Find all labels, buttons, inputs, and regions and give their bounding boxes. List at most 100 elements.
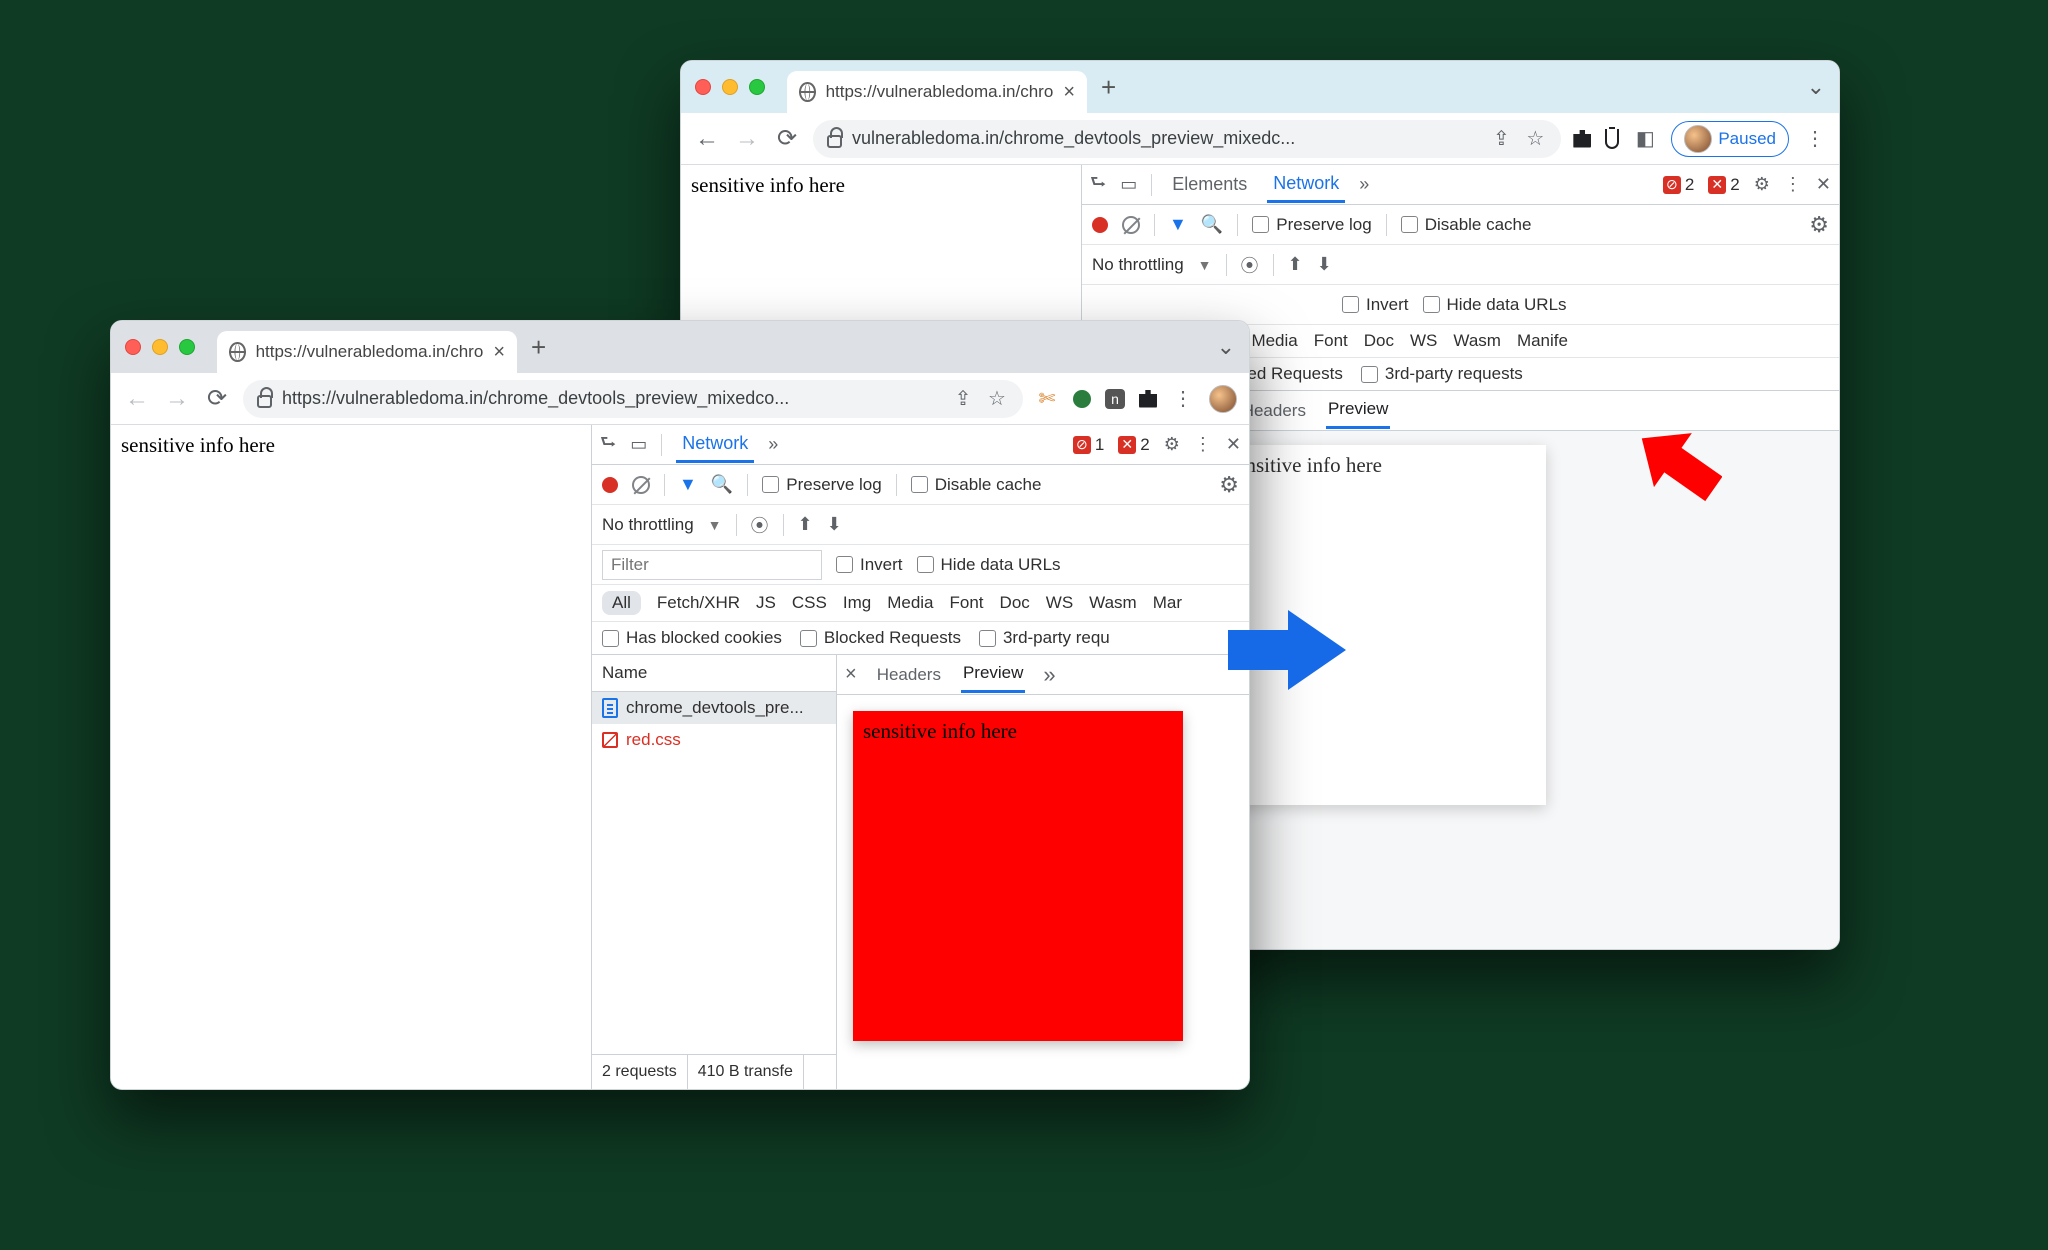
avatar-icon[interactable] [1209, 385, 1237, 413]
search-icon[interactable]: 🔍 [711, 474, 733, 495]
browser-tab[interactable]: https://vulnerabledoma.in/chro × [787, 71, 1087, 113]
error-badge-1[interactable]: ⊘2 [1663, 175, 1694, 195]
wifi-icon[interactable]: ⦿ [1241, 252, 1259, 278]
preserve-log-checkbox[interactable]: Preserve log [1252, 215, 1371, 235]
inspect-icon[interactable]: ⮑ [1090, 170, 1106, 200]
tab-network[interactable]: Network [676, 427, 754, 463]
blue-arrow-annotation [1228, 600, 1348, 700]
back-icon: ← [123, 385, 151, 413]
throttling-select[interactable]: No throttling [602, 515, 694, 535]
kebab-menu-icon[interactable]: ⋮ [1803, 126, 1827, 151]
extensions-icon[interactable] [1139, 390, 1157, 408]
third-party-checkbox[interactable]: 3rd-party requ [979, 628, 1110, 648]
filter-input[interactable] [602, 550, 822, 580]
titlebar: https://vulnerabledoma.in/chro × + ⌄ [111, 321, 1249, 373]
tab-preview[interactable]: Preview [1326, 392, 1390, 429]
devtools-close-icon[interactable]: ✕ [1816, 174, 1831, 195]
invert-checkbox[interactable]: Invert [1342, 295, 1409, 315]
network-settings-icon[interactable]: ⚙ [1219, 472, 1239, 498]
wifi-icon[interactable]: ⦿ [751, 512, 769, 538]
extensions-icon[interactable] [1573, 130, 1591, 148]
labs-icon[interactable] [1605, 129, 1619, 149]
invert-checkbox[interactable]: Invert [836, 555, 903, 575]
traffic-lights[interactable] [125, 339, 195, 355]
error-badge-2[interactable]: ✕2 [1708, 175, 1739, 195]
panel-icon[interactable]: ◧ [1633, 126, 1657, 151]
device-icon[interactable]: ▭ [630, 434, 647, 455]
upload-icon[interactable]: ⬆ [798, 514, 813, 535]
filter-icon[interactable]: ▼ [1169, 214, 1187, 235]
disable-cache-checkbox[interactable]: Disable cache [1401, 215, 1532, 235]
share-icon[interactable]: ⇪ [1489, 126, 1513, 151]
tab-headers[interactable]: Headers [875, 658, 943, 692]
back-icon[interactable]: ← [693, 125, 721, 153]
more-tabs-icon[interactable]: » [1043, 662, 1055, 688]
tabs-dropdown-icon[interactable]: ⌄ [1807, 74, 1825, 100]
more-tabs-icon[interactable]: » [1359, 174, 1369, 195]
error-badge-2[interactable]: ✕2 [1118, 435, 1149, 455]
devtools-menu-icon[interactable]: ⋮ [1194, 434, 1212, 455]
traffic-lights[interactable] [695, 79, 765, 95]
inspect-icon[interactable]: ⮑ [600, 430, 616, 460]
devtools-close-icon[interactable]: ✕ [1226, 434, 1241, 455]
devtools-menu-icon[interactable]: ⋮ [1784, 174, 1802, 195]
close-dot[interactable] [695, 79, 711, 95]
settings-icon[interactable]: ⚙ [1164, 434, 1180, 455]
star-icon[interactable]: ☆ [1523, 126, 1547, 151]
ext-icon-1[interactable] [1073, 390, 1091, 408]
tabs-dropdown-icon[interactable]: ⌄ [1217, 334, 1235, 360]
star-icon[interactable]: ☆ [985, 386, 1009, 411]
settings-icon[interactable]: ⚙ [1754, 174, 1770, 195]
request-item-html[interactable]: chrome_devtools_pre... [592, 692, 836, 724]
tab-elements[interactable]: Elements [1166, 168, 1253, 201]
tab-preview[interactable]: Preview [961, 656, 1025, 693]
chevron-down-icon[interactable]: ▼ [1198, 257, 1212, 273]
new-tab-button[interactable]: + [531, 332, 546, 363]
filter-icon[interactable]: ▼ [679, 474, 697, 495]
minimize-dot[interactable] [722, 79, 738, 95]
omnibox[interactable]: vulnerabledoma.in/chrome_devtools_previe… [813, 120, 1561, 158]
minimize-dot[interactable] [152, 339, 168, 355]
blocked-requests-checkbox[interactable]: Blocked Requests [800, 628, 961, 648]
zoom-dot[interactable] [179, 339, 195, 355]
more-tabs-icon[interactable]: » [768, 434, 778, 455]
request-item-css[interactable]: red.css [592, 724, 836, 756]
profile-paused-chip[interactable]: Paused [1671, 121, 1789, 157]
type-filters[interactable]: All Fetch/XHR JS CSS Img Media Font Doc … [592, 585, 1249, 622]
third-party-checkbox[interactable]: 3rd-party requests [1361, 364, 1523, 384]
search-icon[interactable]: 🔍 [1201, 214, 1223, 235]
omnibox[interactable]: https://vulnerabledoma.in/chrome_devtool… [243, 380, 1023, 418]
reload-icon[interactable]: ⟳ [203, 384, 231, 413]
device-icon[interactable]: ▭ [1120, 174, 1137, 195]
error-badge-1[interactable]: ⊘1 [1073, 435, 1104, 455]
tab-network[interactable]: Network [1267, 167, 1345, 203]
upload-icon[interactable]: ⬆ [1288, 254, 1303, 275]
download-icon[interactable]: ⬇ [827, 514, 842, 535]
new-tab-button[interactable]: + [1101, 72, 1116, 103]
close-detail-icon[interactable]: × [845, 663, 857, 686]
tab-close-icon[interactable]: × [1063, 81, 1075, 104]
clear-icon[interactable] [1122, 216, 1140, 234]
clear-icon[interactable] [632, 476, 650, 494]
throttling-select[interactable]: No throttling [1092, 255, 1184, 275]
record-icon[interactable] [602, 477, 618, 493]
disable-cache-checkbox[interactable]: Disable cache [911, 475, 1042, 495]
preserve-log-checkbox[interactable]: Preserve log [762, 475, 881, 495]
share-icon[interactable]: ⇪ [951, 386, 975, 411]
browser-tab[interactable]: https://vulnerabledoma.in/chro × [217, 331, 517, 373]
hide-data-urls-checkbox[interactable]: Hide data URLs [1423, 295, 1567, 315]
tab-close-icon[interactable]: × [493, 341, 505, 364]
list-header[interactable]: Name [592, 655, 836, 692]
ext-icon-n[interactable]: n [1105, 389, 1125, 409]
blocked-cookies-checkbox[interactable]: Has blocked cookies [602, 628, 782, 648]
kebab-menu-icon[interactable]: ⋮ [1171, 386, 1195, 411]
chevron-down-icon[interactable]: ▼ [708, 517, 722, 533]
download-icon[interactable]: ⬇ [1317, 254, 1332, 275]
close-dot[interactable] [125, 339, 141, 355]
zoom-dot[interactable] [749, 79, 765, 95]
hide-data-urls-checkbox[interactable]: Hide data URLs [917, 555, 1061, 575]
network-settings-icon[interactable]: ⚙ [1809, 212, 1829, 238]
scissors-icon[interactable]: ✄ [1035, 386, 1059, 411]
reload-icon[interactable]: ⟳ [773, 124, 801, 153]
record-icon[interactable] [1092, 217, 1108, 233]
